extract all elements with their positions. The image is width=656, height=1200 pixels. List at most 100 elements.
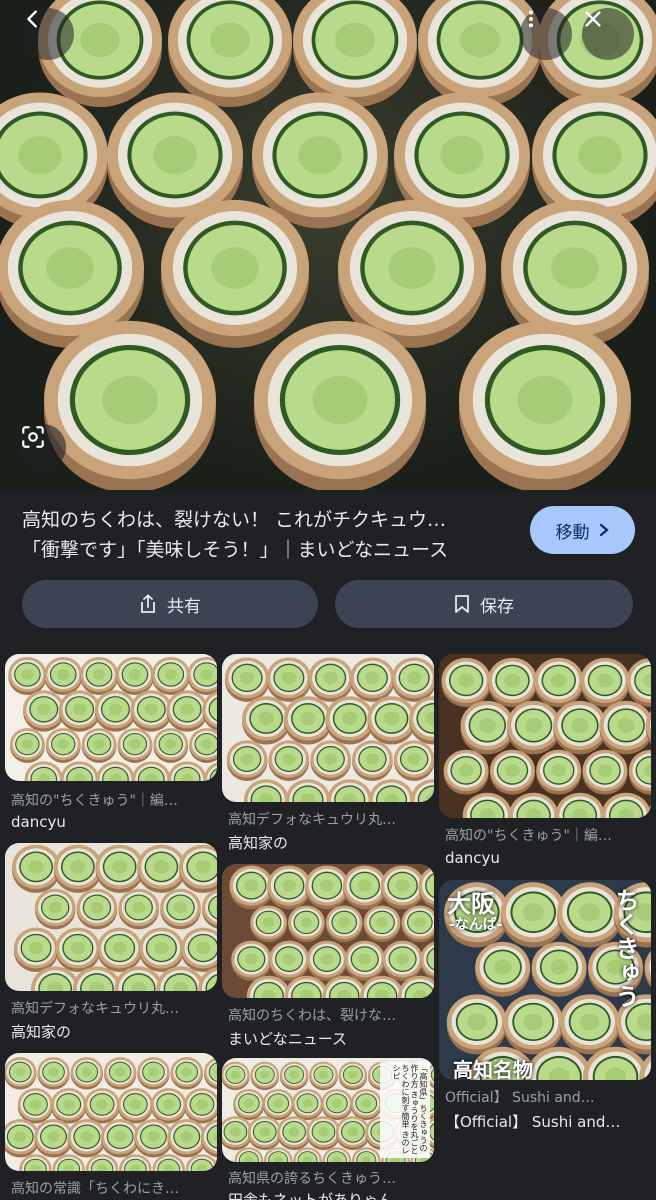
- save-button[interactable]: 保存: [335, 580, 633, 628]
- result-title: 高知のちくわは、裂けな…: [228, 1008, 396, 1024]
- result-thumbnail: [222, 864, 434, 998]
- chikuwa-roll: [342, 865, 387, 910]
- chikuwa-roll: [534, 657, 584, 708]
- chikuwa-roll: [58, 690, 101, 732]
- chikuwa-roll: [103, 1057, 137, 1090]
- chikuwa-roll: [181, 927, 217, 973]
- result-thumbnail: [222, 654, 434, 802]
- chikuwa-roll: [167, 1119, 206, 1158]
- chikuwa-roll: [308, 657, 353, 702]
- hero-image[interactable]: [0, 0, 656, 490]
- lens-button[interactable]: [20, 424, 66, 470]
- chikuwa-roll: [34, 1119, 73, 1158]
- result-card[interactable]: 高知のちくわは、裂けな… まいどなニュース: [222, 864, 434, 1050]
- chikuwa-roll: [13, 927, 59, 973]
- result-card[interactable]: 高知の"ちくきゅう"｜編… dancyu: [5, 654, 217, 834]
- result-card[interactable]: 「高知県」ちくきゅうの作り方 きゅうりを丸ごとちくわに刺す簡単 きのレシピ 高知…: [222, 1058, 434, 1200]
- back-button[interactable]: [22, 8, 74, 60]
- chikuwa-roll: [45, 728, 81, 763]
- chikuwa-roll: [53, 844, 102, 893]
- chikuwa-roll: [446, 994, 507, 1055]
- share-label: 共有: [167, 596, 201, 617]
- result-title: 高知のちくわは、裂けない！ これがチクキュウ… 「衝撃です」「美味しそう！」｜ま…: [22, 505, 522, 565]
- result-card[interactable]: 高知デフォなキュウリ丸… 高知家の: [5, 843, 217, 1043]
- result-source: 【Official】 Sushi and…: [445, 1113, 621, 1131]
- result-thumbnail: [5, 654, 217, 781]
- chikuwa-roll: [84, 1088, 120, 1124]
- chikuwa-roll: [475, 941, 531, 997]
- chikuwa-roll: [244, 779, 289, 802]
- result-title: Official】 Sushi and…: [445, 1090, 595, 1106]
- chikuwa-roll: [118, 888, 160, 930]
- overlay-bottom: 高知名物: [453, 1058, 533, 1080]
- more-button[interactable]: [520, 8, 572, 60]
- chikuwa-roll: [117, 1088, 154, 1124]
- chikuwa-roll: [76, 888, 118, 930]
- chikuwa-roll: [250, 1061, 280, 1091]
- chikuwa-roll: [70, 1057, 104, 1090]
- chikuwa-roll: [487, 657, 538, 708]
- result-source: 田舎もネットがありゃん…: [228, 1191, 409, 1200]
- chikuwa-roll: [460, 700, 515, 755]
- chikuwa-roll: [392, 657, 434, 702]
- chikuwa-roll: [94, 690, 137, 732]
- result-title: 高知デフォなキュウリ丸…: [228, 812, 396, 828]
- chikuwa-roll: [555, 792, 605, 818]
- hero-photo: [0, 0, 656, 490]
- result-card[interactable]: 高知デフォなキュウリ丸… 高知家の: [222, 654, 434, 854]
- chikuwa-roll: [325, 905, 363, 943]
- result-thumbnail: 大阪 -なんば- ちくきゅう 高知名物: [439, 880, 651, 1080]
- chikuwa-roll: [150, 1088, 187, 1124]
- chikuwa-roll: [67, 1119, 107, 1158]
- close-button[interactable]: [582, 8, 634, 60]
- chikuwa-roll: [8, 656, 47, 696]
- chikuwa-roll: [536, 749, 582, 795]
- chikuwa-roll: [151, 656, 190, 696]
- chikuwa-roll: [291, 1088, 324, 1121]
- chikuwa-roll: [179, 844, 217, 893]
- chikuwa-roll: [310, 740, 351, 781]
- chikuwa-roll: [203, 1057, 217, 1090]
- chikuwa-roll: [350, 657, 395, 702]
- result-card[interactable]: 大阪 -なんば- ちくきゅう 高知名物 Official】 Sushi and……: [439, 880, 651, 1136]
- chikuwa-roll: [222, 1116, 253, 1151]
- visit-button[interactable]: 移動: [530, 506, 635, 554]
- chikuwa-roll: [411, 779, 434, 802]
- chikuwa-roll: [352, 740, 393, 781]
- chikuwa-roll: [80, 656, 119, 696]
- chikuwa-roll: [11, 844, 61, 893]
- chikuwa-roll: [267, 865, 311, 910]
- chikuwa-roll: [17, 1088, 54, 1124]
- chikuwa-roll: [153, 728, 189, 763]
- chikuwa-roll: [645, 710, 651, 744]
- result-card[interactable]: 高知の"ちくきゅう"｜編… dancyu: [439, 654, 651, 870]
- chikuwa-roll: [202, 889, 217, 929]
- chikuwa-roll: [531, 941, 587, 997]
- chikuwa-roll: [288, 905, 325, 943]
- result-source: まいどなニュース: [228, 1030, 347, 1048]
- lens-icon: [22, 426, 44, 448]
- result-source: dancyu: [11, 813, 66, 831]
- chikuwa-roll: [369, 779, 414, 802]
- chikuwa-roll: [5, 1057, 37, 1090]
- chikuwa-roll: [626, 657, 651, 708]
- chikuwa-roll: [202, 691, 217, 731]
- chikuwa-roll: [599, 700, 651, 755]
- chikuwa-roll: [321, 1088, 353, 1121]
- chikuwa-roll: [139, 927, 184, 973]
- title-line-2: 「衝撃です」「美味しそう！」｜まいどなニュース: [22, 539, 449, 561]
- result-title: 高知デフォなキュウリ丸…: [11, 1001, 179, 1017]
- chikuwa-roll: [350, 1088, 382, 1121]
- chikuwa-roll: [283, 696, 333, 745]
- chikuwa-roll: [367, 696, 416, 745]
- chikuwa-roll: [160, 888, 201, 930]
- chikuwa-roll: [115, 656, 154, 696]
- chikuwa-roll: [382, 940, 423, 981]
- chikuwa-roll: [277, 1116, 312, 1151]
- chikuwa-roll: [130, 690, 173, 732]
- chikuwa-roll: [55, 927, 101, 973]
- chikuwa-roll: [582, 749, 628, 795]
- close-icon: [585, 11, 601, 27]
- result-card[interactable]: 高知の常識「ちくわにき…: [5, 1053, 217, 1200]
- share-button[interactable]: 共有: [22, 580, 318, 628]
